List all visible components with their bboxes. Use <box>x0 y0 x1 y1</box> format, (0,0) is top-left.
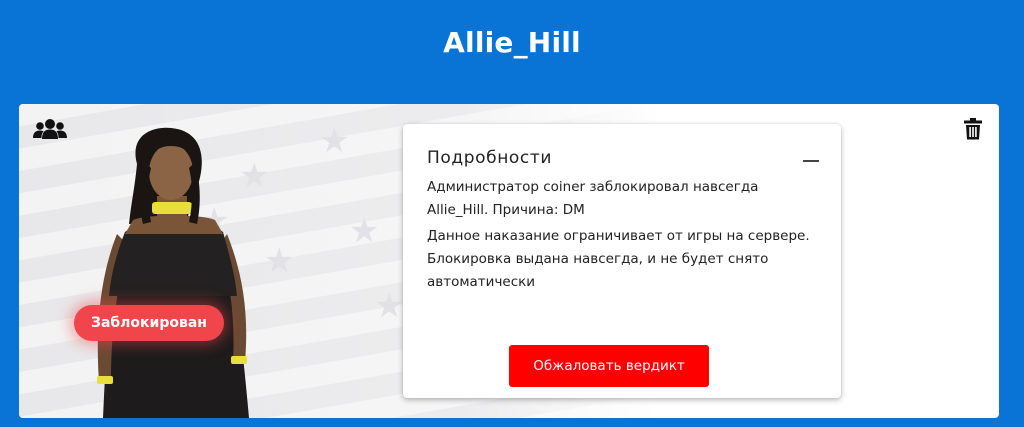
trash-icon[interactable] <box>963 118 983 140</box>
status-badge: Заблокирован <box>74 305 224 341</box>
appeal-button[interactable]: Обжаловать вердикт <box>509 345 709 387</box>
flag-star: ★ <box>319 121 350 161</box>
minus-icon[interactable] <box>803 160 819 162</box>
ban-notice: Данное наказание ограничивает от игры на… <box>427 228 810 290</box>
flag-star: ★ <box>349 211 380 251</box>
flag-star: ★ <box>374 286 405 326</box>
player-avatar <box>97 127 249 418</box>
page-title: Allie_Hill <box>443 26 581 59</box>
details-title: Подробности <box>427 148 553 168</box>
player-card: ★ ★ ★ ★ ★ ★ ★ <box>19 104 999 418</box>
ban-description: Администратор coiner заблокировал навсег… <box>427 179 759 218</box>
details-panel: Подробности Администратор coiner заблоки… <box>403 124 841 398</box>
